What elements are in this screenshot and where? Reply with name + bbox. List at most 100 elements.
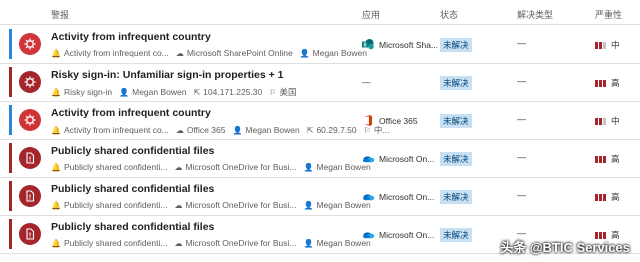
- meta-text: Microsoft OneDrive for Busi...: [185, 162, 297, 172]
- person-icon: 👤: [303, 238, 314, 248]
- app-label: —: [362, 77, 371, 87]
- table-row[interactable]: Activity from infrequent country 🔔 Activi…: [0, 102, 640, 140]
- severity-bar: [599, 117, 602, 125]
- app-cell[interactable]: Microsoft On...: [362, 191, 434, 202]
- table-header: 警报 应用 状态 解决类型 严重性: [0, 0, 640, 25]
- watermark: 头条 @BTIC Services: [500, 240, 630, 255]
- table-row[interactable]: Publicly shared confidential files 🔔 Publ…: [0, 178, 640, 216]
- app-cell[interactable]: Microsoft On...: [362, 229, 434, 240]
- flag-icon: ⚐: [363, 125, 371, 135]
- file-alert-icon: [19, 147, 41, 169]
- meta-item: 🔔 Publicly shared confidenti...: [51, 162, 167, 172]
- alert-meta: 🔔 Activity from infrequent co... ☁ Office 3…: [51, 124, 396, 136]
- column-header-severity[interactable]: 严重性: [595, 8, 622, 21]
- meta-text: Activity from infrequent co...: [63, 48, 169, 58]
- person-icon: 👤: [303, 162, 314, 172]
- alert-icon: 🔔: [51, 125, 61, 135]
- file-alert-icon: [19, 185, 41, 207]
- meta-item: 🔔 Publicly shared confidenti...: [51, 200, 167, 210]
- status-badge: 未解决: [440, 38, 472, 52]
- severity-indicator: 中: [595, 39, 620, 51]
- alert-meta: 🔔 Publicly shared confidenti... ☁ Microsoft…: [51, 162, 378, 172]
- alert-title[interactable]: Risky sign-in: Unfamiliar sign-in proper…: [51, 69, 284, 81]
- app-cell[interactable]: —: [362, 77, 371, 87]
- meta-item: 👤 Megan Bowen: [303, 200, 370, 210]
- severity-bar: [595, 41, 598, 49]
- meta-text: Microsoft OneDrive for Busi...: [185, 238, 297, 248]
- cloud-icon: ☁: [174, 200, 183, 210]
- person-icon: 👤: [119, 87, 130, 97]
- app-cell[interactable]: S Microsoft Sha...: [362, 39, 438, 50]
- onedrive-icon: [362, 191, 375, 202]
- table-row[interactable]: Publicly shared confidential files 🔔 Publ…: [0, 140, 640, 178]
- app-cell[interactable]: Office 365: [362, 115, 418, 126]
- meta-item: 🔔 Publicly shared confidenti...: [51, 238, 167, 248]
- severity-bar: [599, 193, 602, 201]
- severity-bar: [599, 155, 602, 163]
- alert-title[interactable]: Publicly shared confidential files: [51, 145, 214, 157]
- severity-label: 高: [611, 192, 620, 202]
- alert-title[interactable]: Activity from infrequent country: [51, 107, 211, 119]
- meta-item: 🔔 Activity from infrequent co...: [51, 125, 169, 135]
- meta-item: 👤 Megan Bowen: [119, 87, 186, 97]
- severity-bar: [599, 79, 602, 87]
- alert-icon: 🔔: [51, 87, 61, 97]
- meta-text: Megan Bowen: [245, 125, 300, 135]
- severity-bar: [599, 41, 602, 49]
- meta-item: 👤 Megan Bowen: [232, 125, 299, 135]
- severity-label: 高: [611, 154, 620, 164]
- resolution-type: —: [517, 114, 526, 124]
- meta-item: ⚐ 美国: [269, 86, 296, 98]
- alert-meta: 🔔 Risky sign-in 👤 Megan Bowen ⇱ 104.171.225.3…: [51, 86, 303, 98]
- cloud-icon: ☁: [175, 48, 184, 58]
- meta-item: 👤 Megan Bowen: [303, 162, 370, 172]
- alert-icon: 🔔: [51, 162, 61, 172]
- column-header-resolution[interactable]: 解决类型: [517, 8, 553, 21]
- ip-icon: ⇱: [193, 87, 201, 97]
- sharepoint-icon: S: [362, 39, 374, 50]
- meta-text: 60.29.7.50: [316, 125, 357, 135]
- severity-bar: [595, 155, 598, 163]
- meta-item: ⇱ 60.29.7.50: [307, 125, 357, 135]
- flag-icon: ⚐: [269, 87, 277, 97]
- severity-bar: [603, 79, 606, 87]
- onedrive-icon: [362, 153, 375, 164]
- app-cell[interactable]: Microsoft On...: [362, 153, 434, 164]
- alert-title[interactable]: Activity from infrequent country: [51, 31, 211, 43]
- alert-meta: 🔔 Activity from infrequent co... ☁ Microsof…: [51, 48, 374, 58]
- alert-meta: 🔔 Publicly shared confidenti... ☁ Microsoft…: [51, 200, 378, 210]
- severity-indicator: 中: [595, 115, 620, 127]
- column-header-alert[interactable]: 警报: [51, 8, 69, 21]
- meta-text: Publicly shared confidenti...: [63, 200, 168, 210]
- meta-item: 🔔 Risky sign-in: [51, 87, 112, 97]
- column-header-app[interactable]: 应用: [362, 8, 380, 21]
- alert-title[interactable]: Publicly shared confidential files: [51, 221, 214, 233]
- alert-title[interactable]: Publicly shared confidential files: [51, 183, 214, 195]
- gear-alert-icon: [19, 109, 41, 131]
- status-badge: 未解决: [440, 152, 472, 166]
- meta-text: Publicly shared confidenti...: [63, 162, 168, 172]
- column-header-status[interactable]: 状态: [440, 8, 458, 21]
- severity-indicator: 高: [595, 77, 620, 89]
- table-row[interactable]: Activity from infrequent country 🔔 Activi…: [0, 26, 640, 64]
- app-label: Office 365: [379, 115, 418, 126]
- severity-bar: [603, 193, 606, 201]
- gear-alert-icon: [19, 33, 41, 55]
- alert-icon: 🔔: [51, 200, 61, 210]
- severity-stripe: [9, 67, 12, 97]
- meta-text: Publicly shared confidenti...: [63, 238, 168, 248]
- meta-item: ⇱ 104.171.225.30: [193, 87, 262, 97]
- meta-text: 美国: [279, 87, 297, 97]
- severity-stripe: [9, 29, 12, 59]
- meta-item: ☁ Office 365: [176, 125, 226, 135]
- status-badge: 未解决: [440, 190, 472, 204]
- table-row[interactable]: Risky sign-in: Unfamiliar sign-in proper…: [0, 64, 640, 102]
- meta-item: ☁ Microsoft OneDrive for Busi...: [174, 200, 296, 210]
- meta-item: 👤 Megan Bowen: [300, 48, 367, 58]
- meta-text: Megan Bowen: [312, 48, 367, 58]
- severity-bar: [603, 41, 606, 49]
- resolution-type: —: [517, 190, 526, 200]
- ip-icon: ⇱: [306, 125, 314, 135]
- resolution-type: —: [517, 152, 526, 162]
- person-icon: 👤: [232, 125, 243, 135]
